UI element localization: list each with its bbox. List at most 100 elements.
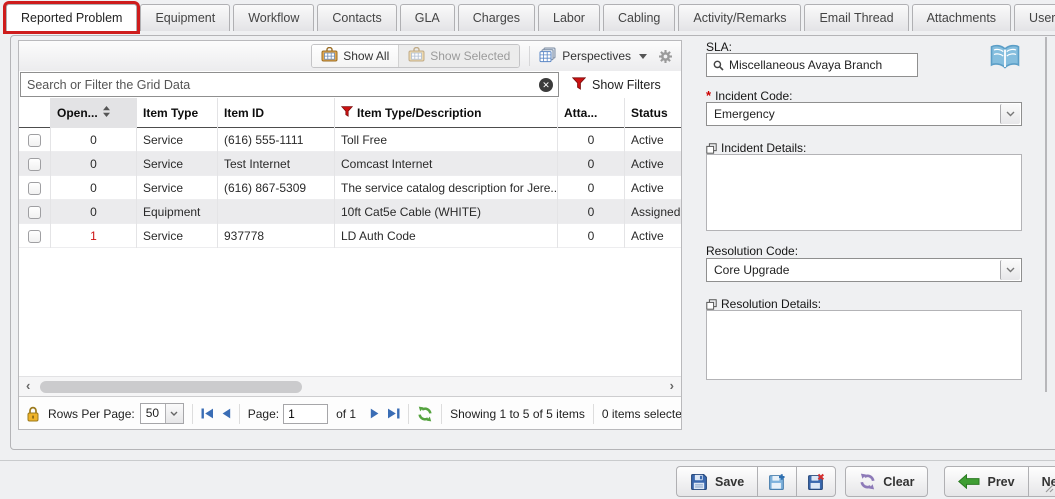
show-selected-grid-icon [408,47,425,65]
header-item-id[interactable]: Item ID [218,98,335,128]
footer-button-bar: Save Clear Prev Next [676,466,1055,497]
tab-contacts[interactable]: Contacts [317,4,396,31]
panel-splitter[interactable] [1045,37,1047,392]
show-all-button[interactable]: Show All [312,45,398,67]
header-label: Item Type [143,106,198,120]
show-selected-button[interactable]: Show Selected [398,45,519,67]
tab-label: User Defined Fields [1029,11,1055,25]
tab-labor[interactable]: Labor [538,4,600,31]
popout-icon[interactable] [706,143,717,154]
rows-per-page-select[interactable]: 50 [140,403,184,424]
tab-charges[interactable]: Charges [458,4,535,31]
cell-description: LD Auth Code [335,224,558,248]
prev-page-button[interactable] [222,408,231,419]
row-checkbox[interactable] [28,158,41,171]
cell-item-type: Service [137,152,218,176]
show-all-label: Show All [343,49,389,63]
tab-cabling[interactable]: Cabling [603,4,675,31]
popout-icon[interactable] [706,299,717,310]
grid-search-row: ✕ Show Filters [19,71,681,98]
scroll-left-icon[interactable]: ‹ [26,378,30,393]
clear-search-icon[interactable]: ✕ [539,78,553,92]
next-page-button[interactable] [370,408,379,419]
column-filter-funnel-icon [341,106,353,120]
row-checkbox[interactable] [28,182,41,195]
save-button[interactable]: Save [676,466,757,497]
resolution-details-textarea[interactable] [706,310,1022,380]
scroll-right-icon[interactable]: › [670,378,674,393]
show-selected-label: Show Selected [430,49,510,63]
cell-item-type: Service [137,224,218,248]
cell-description: 10ft Cat5e Cable (WHITE) [335,200,558,224]
resolution-code-select[interactable]: Core Upgrade [706,258,1022,282]
tab-attachments[interactable]: Attachments [912,4,1011,31]
chevron-down-icon [1000,260,1020,280]
table-row[interactable]: 0 Service (616) 867-5309 The service cat… [19,176,681,200]
header-status[interactable]: Status [625,98,681,128]
table-row[interactable]: 0 Service Test Internet Comcast Internet… [19,152,681,176]
refresh-icon[interactable] [417,406,433,422]
tab-gla[interactable]: GLA [400,4,455,31]
pagination-separator [593,404,594,424]
header-item-type[interactable]: Item Type [137,98,218,128]
grid-search-box: ✕ [20,72,559,97]
tab-label: Charges [473,11,520,25]
tab-equipment[interactable]: Equipment [140,4,230,31]
scrollbar-thumb[interactable] [40,381,302,393]
resolution-code-value: Core Upgrade [714,263,789,277]
tab-user-defined-fields[interactable]: User Defined Fields [1014,4,1055,31]
header-item-type-description[interactable]: Item Type/Description [335,98,558,128]
last-page-button[interactable] [387,408,400,419]
cell-item-id: (616) 555-1111 [218,128,335,152]
cell-open: 0 [51,200,137,224]
cell-attachments: 0 [558,200,625,224]
table-row[interactable]: 0 Equipment 10ft Cat5e Cable (WHITE) 0 A… [19,200,681,224]
sla-input[interactable]: Miscellaneous Avaya Branch [706,53,918,77]
cell-item-id: (616) 867-5309 [218,176,335,200]
prev-button[interactable]: Prev [944,466,1027,497]
save-and-close-button[interactable] [796,466,836,497]
incident-details-textarea[interactable] [706,154,1022,231]
cell-open: 0 [51,176,137,200]
table-row[interactable]: 0 Service (616) 555-1111 Toll Free 0 Act… [19,128,681,152]
cell-item-id [218,200,335,224]
row-checkbox[interactable] [28,206,41,219]
pagination-separator [192,404,193,424]
tab-activity-remarks[interactable]: Activity/Remarks [678,4,801,31]
clear-button[interactable]: Clear [845,466,928,497]
gear-icon[interactable] [658,49,673,64]
knowledge-book-icon[interactable] [989,43,1021,74]
show-filters-button[interactable]: Show Filters [572,77,661,93]
perspectives-icon [539,47,556,66]
cell-status: Active [625,176,681,200]
save-and-new-button[interactable] [757,466,796,497]
tab-reported-problem[interactable]: Reported Problem [6,4,137,31]
resize-handle[interactable] [1045,480,1054,498]
tab-bar: Reported Problem Equipment Workflow Cont… [6,4,1055,31]
horizontal-scrollbar[interactable]: ‹ › [19,376,681,396]
header-open[interactable]: Open... [51,98,137,128]
table-row[interactable]: 1 Service 937778 LD Auth Code 0 Active [19,224,681,248]
row-checkbox[interactable] [28,134,41,147]
tab-workflow[interactable]: Workflow [233,4,314,31]
row-checkbox[interactable] [28,230,41,243]
sort-icon[interactable] [102,105,111,121]
tab-label: Equipment [155,11,215,25]
perspectives-button[interactable]: Perspectives [539,47,647,66]
header-label: Item Type/Description [357,106,481,120]
grid-search-input[interactable] [21,78,539,92]
cell-description: The service catalog description for Jere… [335,176,558,200]
header-attachments[interactable]: Atta... [558,98,625,128]
page-number-input[interactable] [283,404,328,424]
show-buttons-group: Show All Show Selected [311,44,520,68]
tab-email-thread[interactable]: Email Thread [804,4,908,31]
header-label: Status [631,106,668,120]
incident-code-label: * Incident Code: [706,88,792,103]
tab-label: Cabling [618,11,660,25]
search-icon [713,60,724,71]
prev-label: Prev [987,475,1014,489]
first-page-button[interactable] [201,408,214,419]
chevron-down-icon [1000,104,1020,124]
cell-status: Active [625,128,681,152]
incident-code-select[interactable]: Emergency [706,102,1022,126]
